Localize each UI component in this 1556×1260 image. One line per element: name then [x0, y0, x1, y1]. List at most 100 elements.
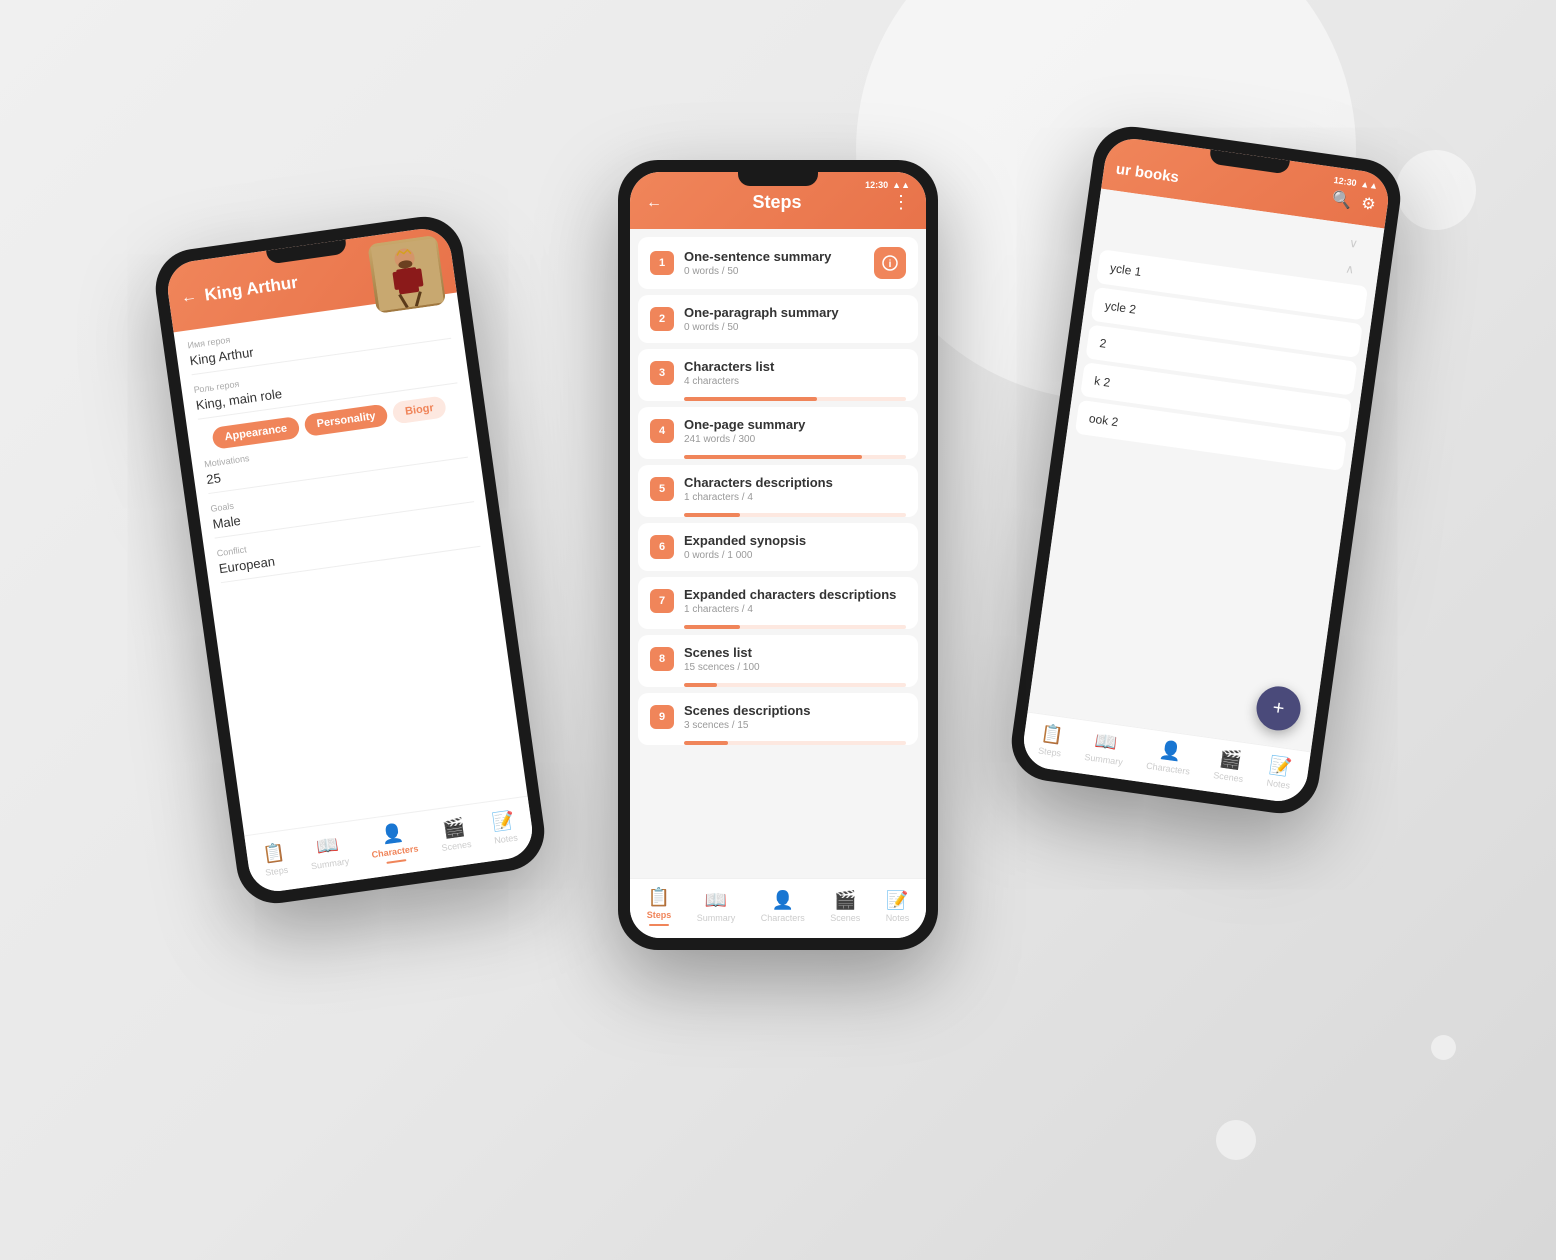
book-name-4: k 2 [1093, 374, 1111, 390]
tab-appearance[interactable]: Appearance [211, 416, 300, 450]
characters-icon-center: 👤 [772, 890, 794, 911]
step-title-5: Characters descriptions [684, 475, 906, 490]
step-progress-fill-3 [684, 397, 817, 401]
bg-decoration-4 [1431, 1035, 1456, 1060]
nav-summary-left[interactable]: 📖 Summary [307, 833, 350, 871]
step-subtitle-4: 241 words / 300 [684, 434, 906, 445]
step-progress-fill-9 [684, 741, 728, 745]
center-header-title: Steps [752, 192, 801, 213]
bg-decoration-2 [1396, 150, 1476, 230]
step-progress-fill-7 [684, 625, 740, 629]
step-content-7: Expanded characters descriptions1 charac… [684, 587, 906, 615]
step-title-6: Expanded synopsis [684, 533, 906, 548]
phone-left-screen: 12:30 ▲▲ ← King Arthur [164, 225, 536, 895]
step-number-2: 2 [650, 307, 674, 331]
nav-steps-right[interactable]: 📋 Steps [1038, 723, 1065, 759]
step-item-2[interactable]: 2 One-paragraph summary0 words / 50 [638, 295, 918, 343]
summary-label-center: Summary [697, 913, 736, 923]
tab-personality[interactable]: Personality [303, 403, 389, 436]
nav-scenes-left[interactable]: 🎬 Scenes [438, 816, 472, 853]
step-subtitle-2: 0 words / 50 [684, 322, 906, 333]
nav-steps-center[interactable]: 📋 Steps [647, 887, 672, 926]
search-icon-right[interactable]: 🔍 [1330, 189, 1353, 212]
characters-icon-left: 👤 [380, 822, 405, 846]
characters-label-center: Characters [761, 913, 805, 923]
step-item-9[interactable]: 9Scenes descriptions3 scences / 15 [638, 693, 918, 745]
nav-summary-center[interactable]: 📖 Summary [697, 890, 736, 923]
nav-notes-center[interactable]: 📝 Notes [886, 890, 910, 923]
step-item-1[interactable]: 1One-sentence summary0 words / 50i [638, 237, 918, 289]
step-item-4[interactable]: 4One-page summary241 words / 300 [638, 407, 918, 459]
step-item-6[interactable]: 6Expanded synopsis0 words / 1 000 [638, 523, 918, 571]
step-item-7[interactable]: 7 Expanded characters descriptions1 chara… [638, 577, 918, 629]
step-progress-4 [684, 455, 906, 459]
step-title-9: Scenes descriptions [684, 703, 906, 718]
steps-icon-right: 📋 [1040, 723, 1065, 747]
steps-icon-center: 📋 [648, 887, 670, 908]
scenes-icon-right: 🎬 [1218, 748, 1243, 772]
status-time-right: 12:30 [1333, 175, 1357, 188]
characters-label-left: Characters [371, 843, 419, 859]
book-name-1: ycle 1 [1109, 261, 1142, 279]
nav-scenes-right[interactable]: 🎬 Scenes [1213, 747, 1247, 784]
character-form: Имя героя King Arthur Роль героя King, m… [174, 293, 528, 836]
step-title-3: Characters list [684, 359, 906, 374]
step-subtitle-8: 15 scences / 100 [684, 662, 906, 673]
step-number-7: 7 [650, 589, 674, 613]
notes-label-center: Notes [886, 913, 910, 923]
nav-characters-center[interactable]: 👤 Characters [761, 890, 805, 923]
step-item-8[interactable]: 8 Scenes list15 scences / 100 [638, 635, 918, 687]
arthur-portrait [367, 235, 446, 314]
signal-center: ▲▲ [892, 180, 910, 190]
step-subtitle-9: 3 scences / 15 [684, 720, 906, 731]
summary-icon-center: 📖 [705, 890, 727, 911]
summary-label-right: Summary [1084, 752, 1124, 767]
summary-label-left: Summary [310, 856, 350, 871]
step-content-5: Characters descriptions 1 characters / 4 [684, 475, 906, 503]
step-progress-8 [684, 683, 906, 687]
phone-left: 12:30 ▲▲ ← King Arthur [151, 212, 550, 909]
step-item-3[interactable]: 3Characters list4 characters [638, 349, 918, 401]
tab-biography[interactable]: Biogr [392, 395, 447, 424]
steps-icon-left: 📋 [262, 842, 287, 866]
step-number-5: 5 [650, 477, 674, 501]
step-item-5[interactable]: 5 Characters descriptions 1 characters / 4 [638, 465, 918, 517]
nav-scenes-center[interactable]: 🎬 Scenes [830, 890, 860, 923]
summary-icon-right: 📖 [1094, 730, 1119, 754]
back-button-left[interactable]: ← [180, 288, 198, 308]
nav-indicator-center [649, 924, 669, 926]
step-progress-5 [684, 513, 906, 517]
step-content-8: Scenes list15 scences / 100 [684, 645, 906, 673]
step-info-btn-1[interactable]: i [874, 247, 906, 279]
settings-icon-right[interactable]: ⚙ [1360, 193, 1377, 215]
phone-center-screen: 12:30 ▲▲ ← Steps ⋮ 1One-sentence summary… [630, 172, 926, 938]
step-title-1: One-sentence summary [684, 249, 864, 264]
status-time-center: 12:30 [865, 180, 888, 190]
step-number-6: 6 [650, 535, 674, 559]
step-content-2: One-paragraph summary0 words / 50 [684, 305, 906, 333]
step-subtitle-1: 0 words / 50 [684, 266, 864, 277]
chevron-up-icon: ∧ [1345, 262, 1356, 277]
scenes-icon-left: 🎬 [441, 817, 466, 841]
step-progress-7 [684, 625, 906, 629]
nav-characters-right[interactable]: 👤 Characters [1146, 738, 1194, 777]
scenes-label-center: Scenes [830, 913, 860, 923]
book-name-3: 2 [1099, 336, 1108, 351]
signal-right: ▲▲ [1360, 179, 1379, 191]
more-button-center[interactable]: ⋮ [892, 192, 910, 213]
phone-center-notch [738, 172, 818, 186]
nav-summary-right[interactable]: 📖 Summary [1084, 729, 1127, 767]
svg-text:i: i [889, 259, 892, 270]
nav-steps-left[interactable]: 📋 Steps [261, 842, 288, 878]
step-subtitle-3: 4 characters [684, 376, 906, 387]
scenes-icon-center: 🎬 [834, 890, 856, 911]
notes-icon-center: 📝 [886, 890, 908, 911]
step-number-8: 8 [650, 647, 674, 671]
nav-characters-left[interactable]: 👤 Characters [368, 821, 420, 866]
step-progress-3 [684, 397, 906, 401]
notes-label-left: Notes [494, 832, 519, 845]
back-button-center[interactable]: ← [646, 194, 662, 212]
nav-notes-left[interactable]: 📝 Notes [490, 810, 518, 846]
step-subtitle-5: 1 characters / 4 [684, 492, 906, 503]
nav-notes-right[interactable]: 📝 Notes [1266, 755, 1294, 791]
